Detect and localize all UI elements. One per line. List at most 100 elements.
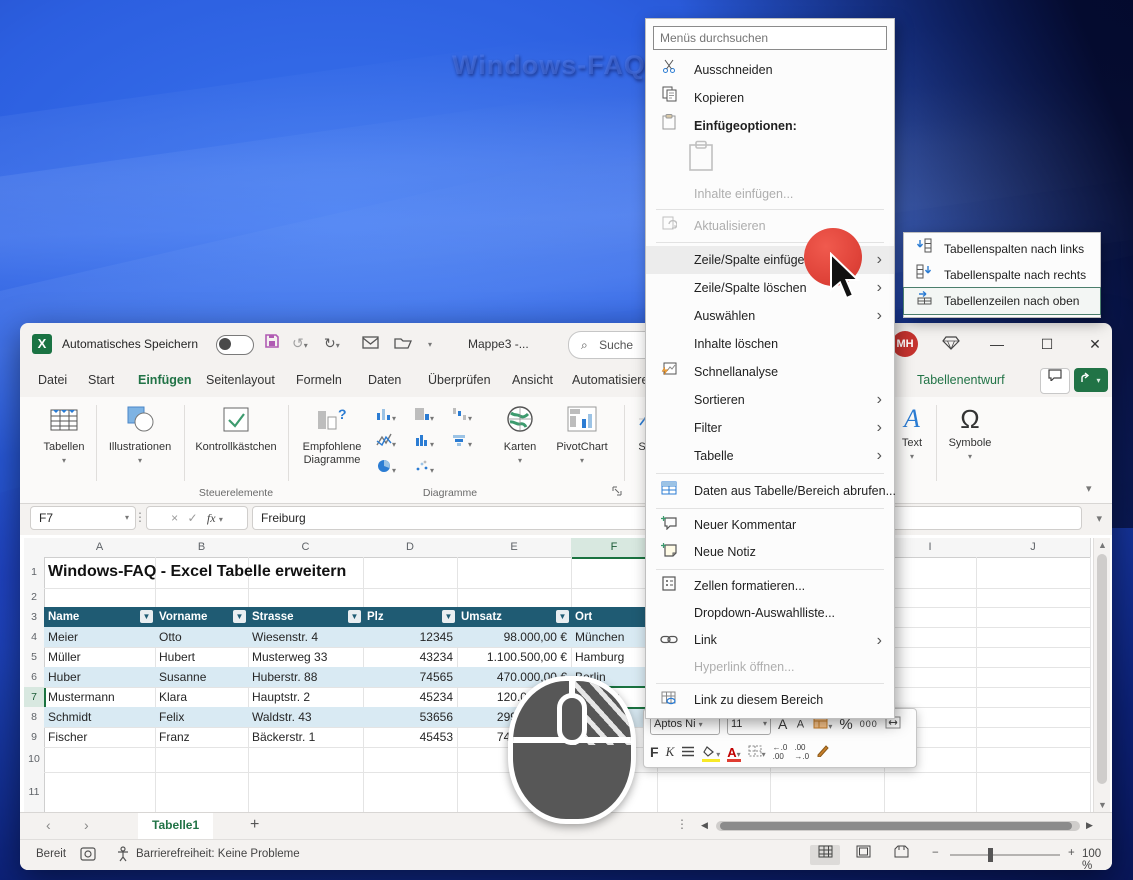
decrease-font-icon[interactable]: Aˇ: [797, 718, 807, 731]
bar-chart-icon[interactable]: ▾: [414, 433, 434, 450]
row-header-1[interactable]: 1: [24, 557, 45, 589]
name-box[interactable]: F7 ▾: [30, 506, 136, 530]
next-sheet-icon[interactable]: ›: [84, 817, 89, 833]
row-header-7[interactable]: 7: [24, 687, 46, 708]
column-header-a[interactable]: A: [44, 538, 156, 558]
page-break-view-button[interactable]: [886, 845, 916, 865]
menu-item-zellen-formatieren[interactable]: Zellen formatieren...: [646, 573, 894, 600]
decrease-decimal-icon[interactable]: .00→.0: [794, 743, 809, 761]
column-header-j[interactable]: J: [976, 538, 1091, 558]
dialog-launcher-icon[interactable]: [612, 485, 622, 499]
row-header-8[interactable]: 8: [24, 707, 45, 728]
menu-item-auswaehlen[interactable]: Auswählen: [646, 302, 894, 330]
filter-dropdown-icon[interactable]: ▼: [556, 610, 569, 623]
format-painter-icon[interactable]: [816, 744, 830, 760]
column-chart-icon[interactable]: ▾: [376, 407, 396, 424]
submenu-item-spalte-rechts[interactable]: Tabellenspalte nach rechts: [904, 262, 1100, 288]
menu-item-dropdown-auswahlliste[interactable]: Dropdown-Auswahlliste...: [646, 600, 894, 627]
insert-function-icon[interactable]: fx: [207, 511, 216, 525]
table-cell[interactable]: Waldstr. 43: [248, 707, 363, 727]
tab-datei[interactable]: Datei: [34, 365, 71, 397]
table-cell[interactable]: Mustermann: [44, 687, 155, 707]
scatter-chart-icon[interactable]: ▾: [376, 433, 396, 450]
tab-formeln[interactable]: Formeln: [292, 365, 346, 397]
recommended-charts-button[interactable]: ? Empfohlene Diagramme: [296, 405, 368, 467]
zoom-slider-track[interactable]: [950, 854, 1060, 856]
table-header-strasse[interactable]: Strasse▼: [248, 607, 363, 627]
table-cell[interactable]: Felix: [155, 707, 248, 727]
column-header-i[interactable]: I: [884, 538, 977, 558]
pivotchart-button[interactable]: PivotChart▾: [548, 405, 616, 467]
table-cell[interactable]: Bäckerstr. 1: [248, 727, 363, 747]
row-header-11[interactable]: 11: [24, 772, 45, 813]
row-header-10[interactable]: 10: [24, 747, 45, 773]
checkbox-button[interactable]: Kontrollkästchen: [190, 405, 282, 454]
borders-icon[interactable]: ▾: [748, 745, 766, 760]
row-header-3[interactable]: 3: [24, 607, 45, 628]
tab-einfuegen[interactable]: Einfügen: [134, 365, 195, 400]
scrollbar-dots-icon[interactable]: ⋮: [676, 817, 688, 831]
symbols-button[interactable]: Ω Symbole▾: [942, 405, 998, 463]
menu-item-inhalte-loeschen[interactable]: Inhalte löschen: [646, 330, 894, 358]
tab-ueberpruefen[interactable]: Überprüfen: [424, 365, 495, 397]
normal-view-button[interactable]: [810, 845, 840, 865]
zoom-slider-thumb[interactable]: [988, 848, 993, 862]
autosave-toggle[interactable]: [216, 335, 254, 355]
italic-button[interactable]: K: [666, 744, 675, 760]
pie-chart-icon[interactable]: ▾: [376, 459, 396, 476]
expand-formula-bar-chevron-icon[interactable]: ▾: [1096, 512, 1102, 525]
scroll-left-icon[interactable]: ◀: [701, 820, 708, 831]
select-all-corner[interactable]: [24, 538, 45, 558]
save-icon[interactable]: [264, 333, 280, 352]
redo-icon[interactable]: ↻▾: [324, 335, 340, 352]
scroll-down-icon[interactable]: ▼: [1098, 800, 1107, 810]
collapse-ribbon-chevron-icon[interactable]: ▾: [1086, 482, 1092, 495]
menu-item-daten-abrufen[interactable]: Daten aus Tabelle/Bereich abrufen...: [646, 477, 894, 505]
vertical-scrollbar[interactable]: ▲ ▼: [1093, 538, 1110, 812]
add-sheet-icon[interactable]: +: [250, 816, 259, 834]
filter-dropdown-icon[interactable]: ▼: [442, 610, 455, 623]
table-cell[interactable]: 98.000,00 €: [457, 627, 571, 647]
table-cell[interactable]: Huberstr. 88: [248, 667, 363, 687]
comma-style-icon[interactable]: 000: [860, 719, 878, 729]
table-cell[interactable]: Schmidt: [44, 707, 155, 727]
diamond-icon[interactable]: [942, 335, 960, 354]
column-header-b[interactable]: B: [155, 538, 249, 558]
table-cell[interactable]: Franz: [155, 727, 248, 747]
minimize-button[interactable]: —: [982, 331, 1012, 357]
row-header-9[interactable]: 9: [24, 727, 45, 748]
table-header-plz[interactable]: Plz▼: [363, 607, 457, 627]
table-cell[interactable]: 45234: [363, 687, 457, 707]
menu-item-link[interactable]: Link: [646, 627, 894, 654]
table-cell[interactable]: Hauptstr. 2: [248, 687, 363, 707]
scatter-dots-icon[interactable]: ▾: [414, 459, 434, 476]
open-folder-icon[interactable]: [394, 336, 412, 352]
menu-item-sortieren[interactable]: Sortieren: [646, 386, 894, 414]
zoom-out-icon[interactable]: −: [932, 847, 939, 859]
accessibility-icon[interactable]: [116, 846, 131, 865]
menu-search-input[interactable]: [653, 26, 887, 50]
tab-ansicht[interactable]: Ansicht: [508, 365, 557, 397]
table-cell[interactable]: Huber: [44, 667, 155, 687]
zoom-level[interactable]: 100 %: [1082, 848, 1112, 870]
row-header-4[interactable]: 4: [24, 627, 45, 648]
table-cell[interactable]: 12345: [363, 627, 457, 647]
menu-item-filter[interactable]: Filter: [646, 414, 894, 442]
horizontal-scrollbar[interactable]: [716, 821, 1080, 831]
menu-item-neuer-kommentar[interactable]: Neuer Kommentar: [646, 512, 894, 539]
row-header-5[interactable]: 5: [24, 647, 45, 668]
text-button[interactable]: A Text▾: [892, 405, 932, 463]
illustrations-button[interactable]: Illustrationen▾: [102, 405, 178, 467]
increase-decimal-icon[interactable]: ←.0.00: [773, 743, 788, 761]
column-header-c[interactable]: C: [248, 538, 364, 558]
table-cell[interactable]: Müller: [44, 647, 155, 667]
tables-button[interactable]: Tabellen▾: [38, 405, 90, 467]
funnel-chart-icon[interactable]: ▾: [452, 433, 472, 450]
vertical-scroll-thumb[interactable]: [1097, 554, 1107, 784]
column-header-e[interactable]: E: [457, 538, 572, 558]
undo-icon[interactable]: ↺▾: [292, 335, 308, 352]
page-layout-view-button[interactable]: [848, 845, 878, 865]
treemap-chart-icon[interactable]: ▾: [414, 407, 434, 424]
table-cell[interactable]: Klara: [155, 687, 248, 707]
scroll-right-icon[interactable]: ▶: [1086, 820, 1093, 831]
